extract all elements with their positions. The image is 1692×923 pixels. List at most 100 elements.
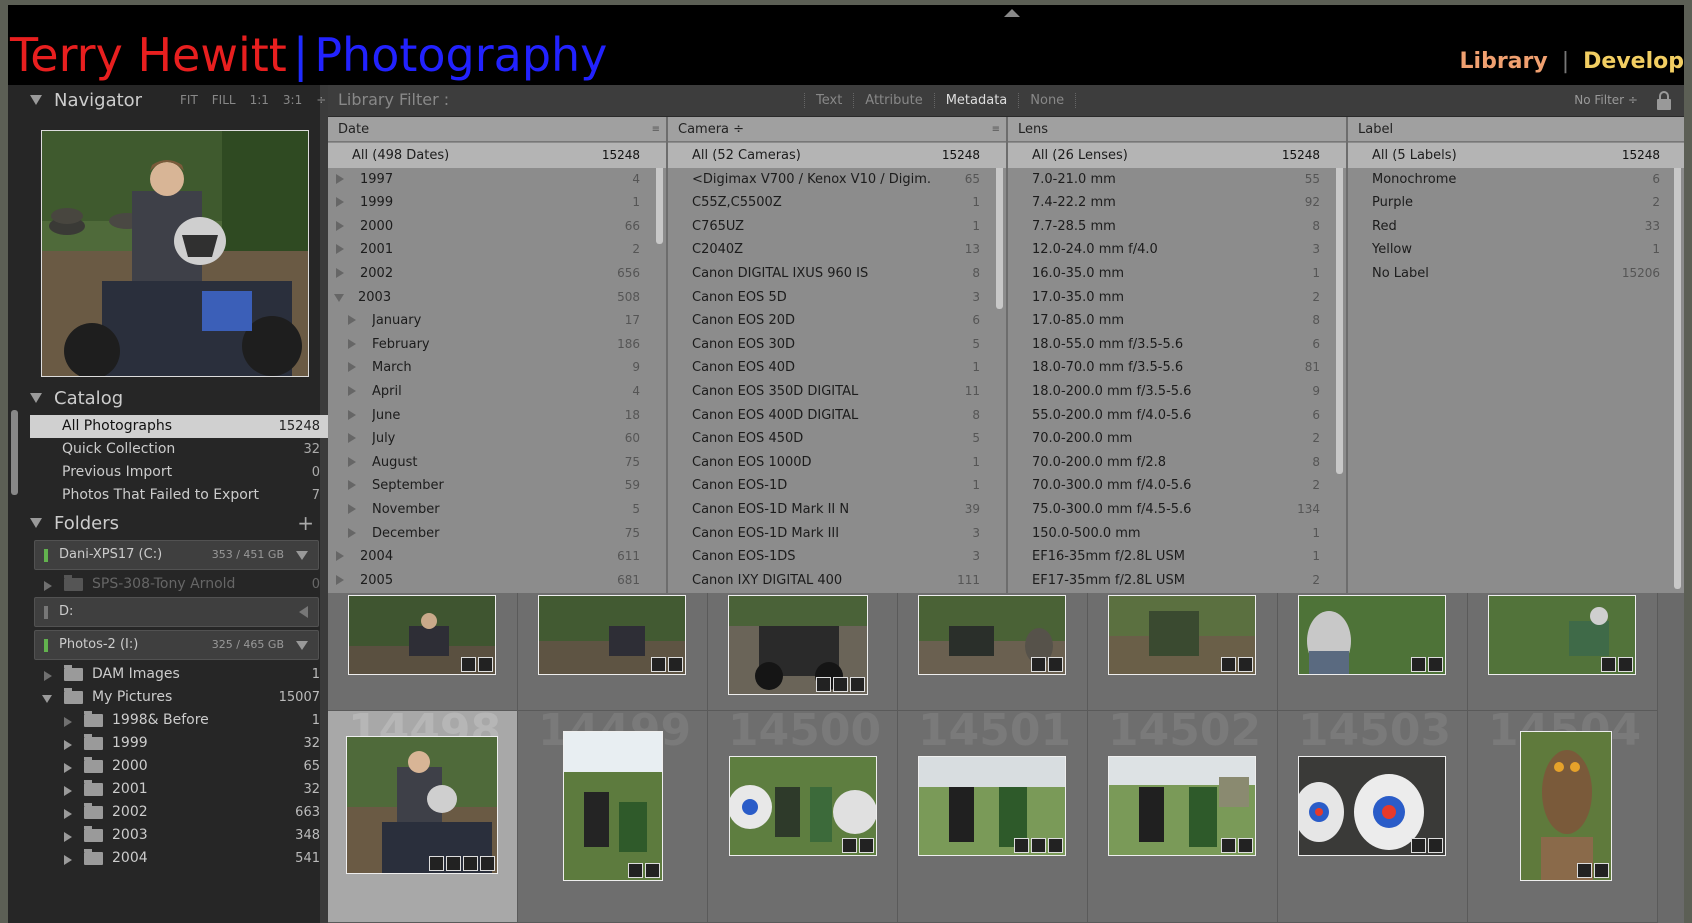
date-row[interactable]: February 186 xyxy=(328,332,666,357)
thumbnail-image[interactable] xyxy=(1520,731,1612,881)
thumbnail-image[interactable] xyxy=(348,595,496,675)
disclosure-triangle-icon[interactable] xyxy=(336,551,344,562)
catalog-item-failed-export[interactable]: Photos That Failed to Export 7 xyxy=(30,484,328,507)
lens-row[interactable]: 150.0-500.0 mm 1 xyxy=(1008,521,1346,546)
disclosure-triangle-icon[interactable] xyxy=(44,671,52,681)
column-header-date[interactable]: Date ≡ xyxy=(328,117,666,142)
grid-cell[interactable] xyxy=(1468,593,1658,711)
navigator-header[interactable]: Navigator FIT FILL 1:1 3:1 ÷ xyxy=(30,85,328,115)
folder-item-my-pictures[interactable]: My Pictures 15007 xyxy=(30,686,328,709)
label-row[interactable]: No Label 15206 xyxy=(1348,261,1684,286)
collapse-triangle-icon[interactable] xyxy=(30,518,42,528)
grid-cell[interactable]: 14503 xyxy=(1278,705,1468,923)
lens-row[interactable]: 17.0-85.0 mm 8 xyxy=(1008,308,1346,333)
column-menu-icon[interactable]: ≡ xyxy=(652,117,660,142)
thumbnail-image[interactable] xyxy=(1298,595,1446,675)
grid-cell[interactable] xyxy=(328,593,518,711)
lens-row[interactable]: 70.0-200.0 mm f/2.8 8 xyxy=(1008,450,1346,475)
disclosure-triangle-icon[interactable] xyxy=(336,197,344,208)
disclosure-triangle-icon[interactable] xyxy=(42,695,52,703)
folder-item-1999[interactable]: 1999 32 xyxy=(30,732,328,755)
grid-cell[interactable]: 14504 xyxy=(1468,705,1658,923)
catalog-item-quick-collection[interactable]: Quick Collection 32 xyxy=(30,438,328,461)
camera-row[interactable]: Canon EOS 40D 1 xyxy=(668,355,1006,380)
date-row[interactable]: 2002 656 xyxy=(328,261,666,286)
lens-row[interactable]: All (26 Lenses) 15248 xyxy=(1008,143,1346,168)
camera-row[interactable]: Canon EOS-1D 1 xyxy=(668,473,1006,498)
lens-row[interactable]: 55.0-200.0 mm f/4.0-5.6 6 xyxy=(1008,403,1346,428)
camera-row[interactable]: Canon EOS 450D 5 xyxy=(668,426,1006,451)
grid-cell[interactable]: 14502 xyxy=(1088,705,1278,923)
zoom-1-1[interactable]: 1:1 xyxy=(250,93,269,107)
disclosure-triangle-icon[interactable] xyxy=(348,338,356,349)
thumbnail-image[interactable] xyxy=(1108,595,1256,675)
disclosure-triangle-icon[interactable] xyxy=(348,315,356,326)
disclosure-triangle-icon[interactable] xyxy=(64,855,72,865)
date-row[interactable]: 1997 4 xyxy=(328,167,666,192)
disclosure-triangle-icon[interactable] xyxy=(348,362,356,373)
camera-row[interactable]: C55Z,C5500Z 1 xyxy=(668,190,1006,215)
date-row[interactable]: December 75 xyxy=(328,521,666,546)
date-row[interactable]: January 17 xyxy=(328,308,666,333)
folder-item-1998-before[interactable]: 1998& Before 1 xyxy=(30,709,328,732)
volume-dani-xps17[interactable]: Dani-XPS17 (C:) 353 / 451 GB xyxy=(34,540,319,570)
camera-row[interactable]: Canon EOS 5D 3 xyxy=(668,285,1006,310)
column-header-camera[interactable]: Camera ÷ ≡ xyxy=(668,117,1006,142)
date-row[interactable]: September 59 xyxy=(328,473,666,498)
volume-expand-icon[interactable] xyxy=(296,551,308,560)
catalog-item-previous-import[interactable]: Previous Import 0 xyxy=(30,461,328,484)
disclosure-triangle-icon[interactable] xyxy=(336,244,344,255)
disclosure-triangle-icon[interactable] xyxy=(64,717,72,727)
thumbnail-image[interactable] xyxy=(563,731,663,881)
thumbnail-image[interactable] xyxy=(346,736,498,874)
date-row[interactable]: April 4 xyxy=(328,379,666,404)
lock-icon[interactable] xyxy=(1656,91,1672,111)
tab-attribute[interactable]: Attribute xyxy=(853,93,934,108)
label-row[interactable]: All (5 Labels) 15248 xyxy=(1348,143,1684,168)
label-row[interactable]: Yellow 1 xyxy=(1348,237,1684,262)
folder-item-2003[interactable]: 2003 348 xyxy=(30,824,328,847)
column-header-label[interactable]: Label xyxy=(1348,117,1684,142)
date-row[interactable]: 2004 611 xyxy=(328,544,666,569)
column-menu-icon[interactable]: ≡ xyxy=(992,117,1000,142)
date-row[interactable]: November 5 xyxy=(328,497,666,522)
volume-collapse-icon[interactable] xyxy=(299,606,308,618)
disclosure-triangle-icon[interactable] xyxy=(64,740,72,750)
folder-item-2002[interactable]: 2002 663 xyxy=(30,801,328,824)
camera-row[interactable]: Canon EOS 1000D 1 xyxy=(668,450,1006,475)
camera-row[interactable]: Canon EOS 350D DIGITAL 11 xyxy=(668,379,1006,404)
volume-d[interactable]: D: xyxy=(34,597,319,627)
catalog-item-all-photographs[interactable]: All Photographs 15248 xyxy=(30,415,328,438)
folder-item-dam-images[interactable]: DAM Images 1 xyxy=(30,663,328,686)
disclosure-triangle-icon[interactable] xyxy=(348,480,356,491)
volume-expand-icon[interactable] xyxy=(296,641,308,650)
column-header-lens[interactable]: Lens xyxy=(1008,117,1346,142)
thumbnail-image[interactable] xyxy=(728,595,868,695)
lens-row[interactable]: 18.0-55.0 mm f/3.5-5.6 6 xyxy=(1008,332,1346,357)
date-row[interactable]: 2001 2 xyxy=(328,237,666,262)
disclosure-triangle-icon[interactable] xyxy=(64,786,72,796)
grid-cell[interactable] xyxy=(708,593,898,711)
lens-row[interactable]: 16.0-35.0 mm 1 xyxy=(1008,261,1346,286)
thumbnail-image[interactable] xyxy=(918,756,1066,856)
folder-item-2001[interactable]: 2001 32 xyxy=(30,778,328,801)
camera-row[interactable]: Canon DIGITAL IXUS 960 IS 8 xyxy=(668,261,1006,286)
collapse-triangle-icon[interactable] xyxy=(30,95,42,105)
folder-item-2000[interactable]: 2000 65 xyxy=(30,755,328,778)
disclosure-triangle-icon[interactable] xyxy=(336,574,344,585)
disclosure-triangle-icon[interactable] xyxy=(348,386,356,396)
disclosure-triangle-icon[interactable] xyxy=(336,268,344,278)
disclosure-triangle-icon[interactable] xyxy=(348,504,356,514)
collapse-top-panel-icon[interactable] xyxy=(1004,9,1020,17)
module-library[interactable]: Library xyxy=(1460,49,1548,74)
camera-row[interactable]: Canon EOS-1D Mark II N 39 xyxy=(668,497,1006,522)
disclosure-triangle-icon[interactable] xyxy=(44,581,52,591)
add-folder-icon[interactable]: + xyxy=(297,508,314,538)
camera-row[interactable]: Canon EOS 400D DIGITAL 8 xyxy=(668,403,1006,428)
camera-row[interactable]: <Digimax V700 / Kenox V10 / Digim... 65 xyxy=(668,167,1006,192)
disclosure-triangle-icon[interactable] xyxy=(348,527,356,538)
module-develop[interactable]: Develop xyxy=(1583,49,1684,74)
thumbnail-image[interactable] xyxy=(1108,756,1256,856)
tab-metadata[interactable]: Metadata xyxy=(933,93,1019,108)
date-row[interactable]: June 18 xyxy=(328,403,666,428)
